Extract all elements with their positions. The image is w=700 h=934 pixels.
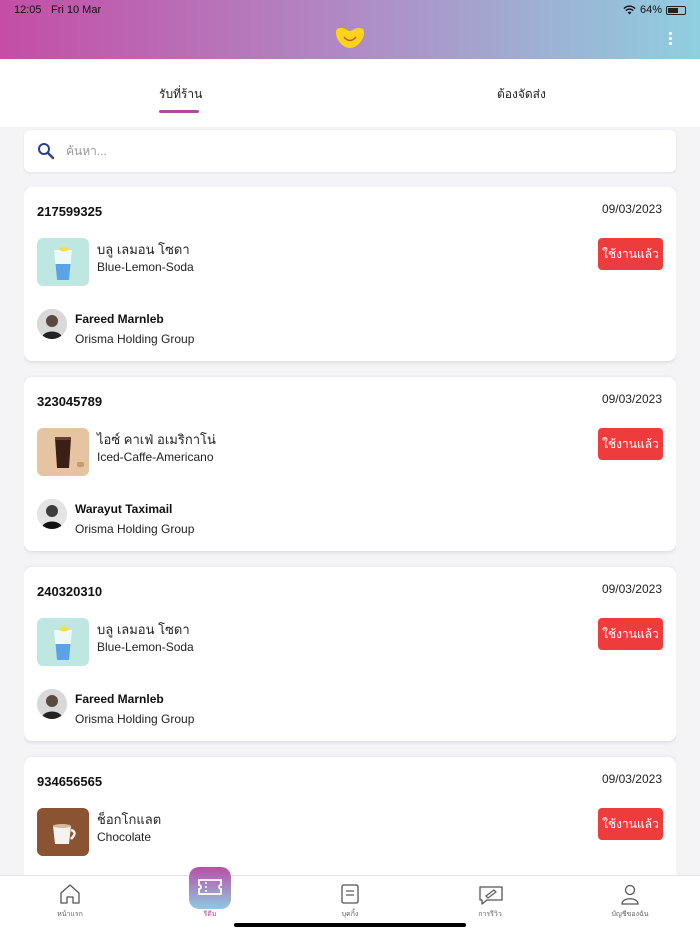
review-icon	[479, 886, 503, 905]
status-bar: 12:05 Fri 10 Mar 64%	[0, 4, 700, 18]
order-date: 09/03/2023	[601, 772, 662, 786]
product-image	[37, 618, 89, 666]
product-name-th: บลู เลมอน โซดา	[97, 242, 190, 257]
nav-label: รีดีม	[203, 911, 217, 918]
search-bar	[24, 130, 676, 172]
account-icon	[621, 884, 639, 905]
battery-icon	[666, 5, 686, 15]
order-date: 09/03/2023	[601, 582, 662, 596]
used-status-button[interactable]: ใช้งานแล้ว	[598, 428, 663, 460]
home-icon	[60, 884, 80, 904]
tab-pickup[interactable]: รับที่ร้าน	[159, 85, 202, 104]
order-number: 240320310	[37, 584, 103, 599]
brand-logo	[335, 28, 365, 48]
nav-label: การรีวิว	[478, 911, 502, 918]
order-card[interactable]: 934656565 09/03/2023 ช็อกโกแลต Chocolate…	[24, 757, 676, 875]
booking-icon	[341, 884, 359, 904]
product-name-th: ไอซ์ คาเฟ่ อเมริกาโน่	[97, 432, 216, 447]
product-name-en: Blue-Lemon-Soda	[97, 260, 194, 274]
tab-delivery[interactable]: ต้องจัดส่ง	[497, 85, 546, 104]
nav-label: บุคกิ้ง	[341, 911, 359, 918]
nav-label: บัญชีของฉัน	[611, 911, 649, 918]
order-number: 217599325	[37, 204, 103, 219]
active-tab-indicator	[159, 110, 199, 113]
status-right: 64%	[623, 4, 686, 16]
avatar	[37, 499, 67, 529]
more-menu-icon[interactable]	[662, 32, 678, 48]
product-name-th: ช็อกโกแลต	[97, 812, 162, 827]
order-card[interactable]: 240320310 09/03/2023 บลู เลมอน โซดา Blue…	[24, 567, 676, 741]
product-image	[37, 808, 89, 856]
product-image	[37, 238, 89, 286]
used-status-button[interactable]: ใช้งานแล้ว	[598, 808, 663, 840]
status-date: Fri 10 Mar	[51, 4, 102, 16]
order-date: 09/03/2023	[601, 392, 662, 406]
ticket-icon	[198, 879, 222, 895]
customer-company: Orisma Holding Group	[75, 712, 195, 726]
search-icon	[38, 143, 55, 160]
app-header: 12:05 Fri 10 Mar 64%	[0, 0, 700, 59]
customer-name: Fareed Marnleb	[75, 312, 164, 326]
order-number: 934656565	[37, 774, 103, 789]
customer-name: Warayut Taximail	[75, 502, 173, 516]
order-date: 09/03/2023	[601, 202, 662, 216]
tab-bar: รับที่ร้าน ต้องจัดส่ง	[0, 59, 700, 127]
search-input[interactable]	[66, 140, 666, 162]
avatar	[37, 689, 67, 719]
product-name-th: บลู เลมอน โซดา	[97, 622, 190, 637]
product-image	[37, 428, 89, 476]
order-number: 323045789	[37, 394, 103, 409]
product-name-en: Blue-Lemon-Soda	[97, 640, 194, 654]
customer-name: Fareed Marnleb	[75, 692, 164, 706]
customer-company: Orisma Holding Group	[75, 522, 195, 536]
nav-account[interactable]: บัญชีของฉัน	[580, 876, 680, 934]
avatar	[37, 309, 67, 339]
order-card[interactable]: 323045789 09/03/2023 ไอซ์ คาเฟ่ อเมริกาโ…	[24, 377, 676, 551]
home-indicator	[234, 923, 466, 927]
order-card[interactable]: 217599325 09/03/2023 บลู เลมอน โซดา Blue…	[24, 187, 676, 361]
wifi-icon	[623, 5, 636, 15]
order-list: 217599325 09/03/2023 บลู เลมอน โซดา Blue…	[24, 187, 676, 875]
used-status-button[interactable]: ใช้งานแล้ว	[598, 238, 663, 270]
customer-company: Orisma Holding Group	[75, 332, 195, 346]
product-name-en: Iced-Caffe-Americano	[97, 450, 214, 464]
product-name-en: Chocolate	[97, 830, 152, 844]
status-time: 12:05	[14, 4, 42, 16]
nav-home[interactable]: หน้าแรก	[20, 876, 120, 934]
battery-percent: 64%	[639, 4, 662, 16]
nav-label: หน้าแรก	[57, 911, 83, 918]
used-status-button[interactable]: ใช้งานแล้ว	[598, 618, 663, 650]
